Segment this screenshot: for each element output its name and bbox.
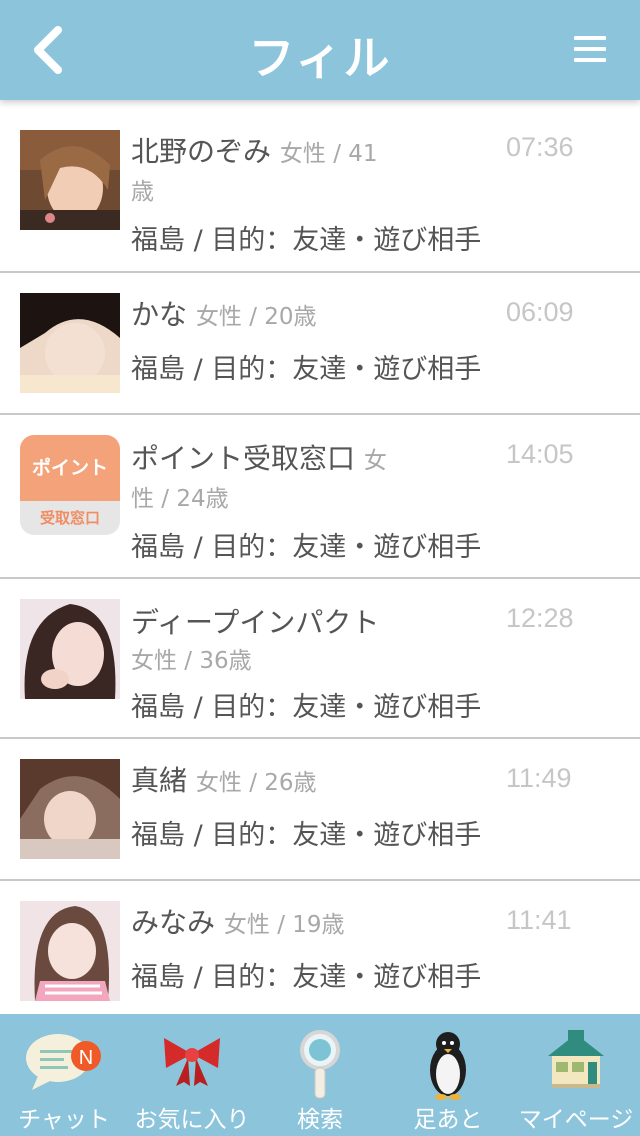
tab-label: 検索 — [297, 1107, 343, 1133]
timestamp: 12:28 — [506, 603, 574, 633]
list-item[interactable]: かな 女性 / 20歳 06:09 福島 / 目的：友達・遊び相手 — [0, 273, 640, 415]
user-name: 真緒 — [131, 764, 188, 797]
magnifier-icon — [298, 1028, 342, 1104]
tab-label: マイページ — [518, 1107, 634, 1133]
timestamp: 11:49 — [506, 763, 572, 793]
list-item[interactable]: ディープインパクト 女性 / 36歳 12:28 福島 / 目的：友達・遊び相手 — [0, 579, 640, 739]
tab-search[interactable]: 検索 — [256, 1014, 384, 1136]
notification-badge: N — [79, 1047, 93, 1069]
user-meta: 女性 / 20歳 — [195, 304, 317, 330]
user-description: 福島 / 目的：友達・遊び相手 — [131, 962, 482, 993]
menu-icon — [574, 36, 606, 40]
user-meta-cont: 性 / 24歳 — [131, 486, 229, 512]
user-name: みなみ — [131, 906, 216, 939]
tab-favorites[interactable]: お気に入り — [128, 1014, 256, 1136]
house-icon — [544, 1028, 608, 1094]
user-info: かな 女性 / 20歳 — [131, 297, 503, 335]
menu-button[interactable] — [574, 36, 606, 64]
list-item[interactable]: みなみ 女性 / 19歳 11:41 福島 / 目的：友達・遊び相手 — [0, 881, 640, 1014]
list-item[interactable]: 北野のぞみ 女性 / 41 歳 07:36 福島 / 目的：友達・遊び相手 — [0, 100, 640, 273]
user-name: かな — [131, 298, 188, 331]
user-name: ポイント受取窓口 — [131, 442, 356, 475]
header-bar: フィル — [0, 0, 640, 100]
tab-footprints[interactable]: 足あと — [384, 1014, 512, 1136]
user-meta: 女性 / 36歳 — [131, 648, 252, 674]
user-name: ディープインパクト — [131, 606, 380, 639]
tab-label: 足あと — [413, 1107, 483, 1133]
badge-bottom-label: 受取窓口 — [20, 501, 120, 535]
user-name: 北野のぞみ — [131, 135, 272, 168]
user-meta: 女性 / 19歳 — [223, 912, 345, 938]
user-description: 福島 / 目的：友達・遊び相手 — [131, 532, 482, 563]
timestamp: 07:36 — [506, 132, 574, 162]
avatar — [20, 599, 120, 699]
user-description: 福島 / 目的：友達・遊び相手 — [131, 225, 482, 256]
user-info: みなみ 女性 / 19歳 — [131, 905, 503, 943]
message-list: 北野のぞみ 女性 / 41 歳 07:36 福島 / 目的：友達・遊び相手 かな… — [0, 100, 640, 1014]
list-item[interactable]: ポイント 受取窓口 ポイント受取窓口 女 性 / 24歳 14:05 福島 / … — [0, 415, 640, 579]
chat-icon: N — [24, 1028, 104, 1096]
user-meta: 女性 / 26歳 — [195, 770, 317, 796]
tab-mypage[interactable]: マイページ — [512, 1014, 640, 1136]
user-info: 北野のぞみ 女性 / 41 歳 — [131, 134, 503, 210]
list-item[interactable]: 真緒 女性 / 26歳 11:49 福島 / 目的：友達・遊び相手 — [0, 739, 640, 881]
user-description: 福島 / 目的：友達・遊び相手 — [131, 354, 482, 385]
penguin-icon — [426, 1028, 470, 1104]
tab-label: チャット — [18, 1107, 110, 1133]
user-meta: 女性 / 41 — [279, 141, 378, 167]
avatar — [20, 901, 120, 1001]
avatar — [20, 130, 120, 230]
app: フィル 北野のぞみ 女性 / 41 歳 07:36 福島 / 目的：友達・遊び相… — [0, 0, 640, 1136]
tab-chat[interactable]: N チャット — [0, 1014, 128, 1136]
ribbon-icon — [160, 1028, 224, 1092]
tab-label: お気に入り — [134, 1107, 250, 1133]
point-badge-avatar: ポイント 受取窓口 — [20, 435, 120, 535]
timestamp: 06:09 — [506, 297, 574, 327]
timestamp: 14:05 — [506, 439, 574, 469]
bottom-tab-bar: N チャット お気に入り 検索 足あと マイページ — [0, 1014, 640, 1136]
page-title: フィル — [248, 31, 392, 85]
user-info: ディープインパクト 女性 / 36歳 — [131, 605, 503, 679]
user-meta: 女 — [363, 448, 387, 474]
user-description: 福島 / 目的：友達・遊び相手 — [131, 820, 482, 851]
avatar — [20, 293, 120, 393]
avatar — [20, 759, 120, 859]
user-meta-cont: 歳 — [131, 179, 154, 205]
user-info: 真緒 女性 / 26歳 — [131, 763, 503, 801]
user-info: ポイント受取窓口 女 性 / 24歳 — [131, 441, 503, 517]
user-description: 福島 / 目的：友達・遊び相手 — [131, 692, 482, 723]
badge-top-label: ポイント — [20, 435, 120, 501]
timestamp: 11:41 — [506, 905, 572, 935]
